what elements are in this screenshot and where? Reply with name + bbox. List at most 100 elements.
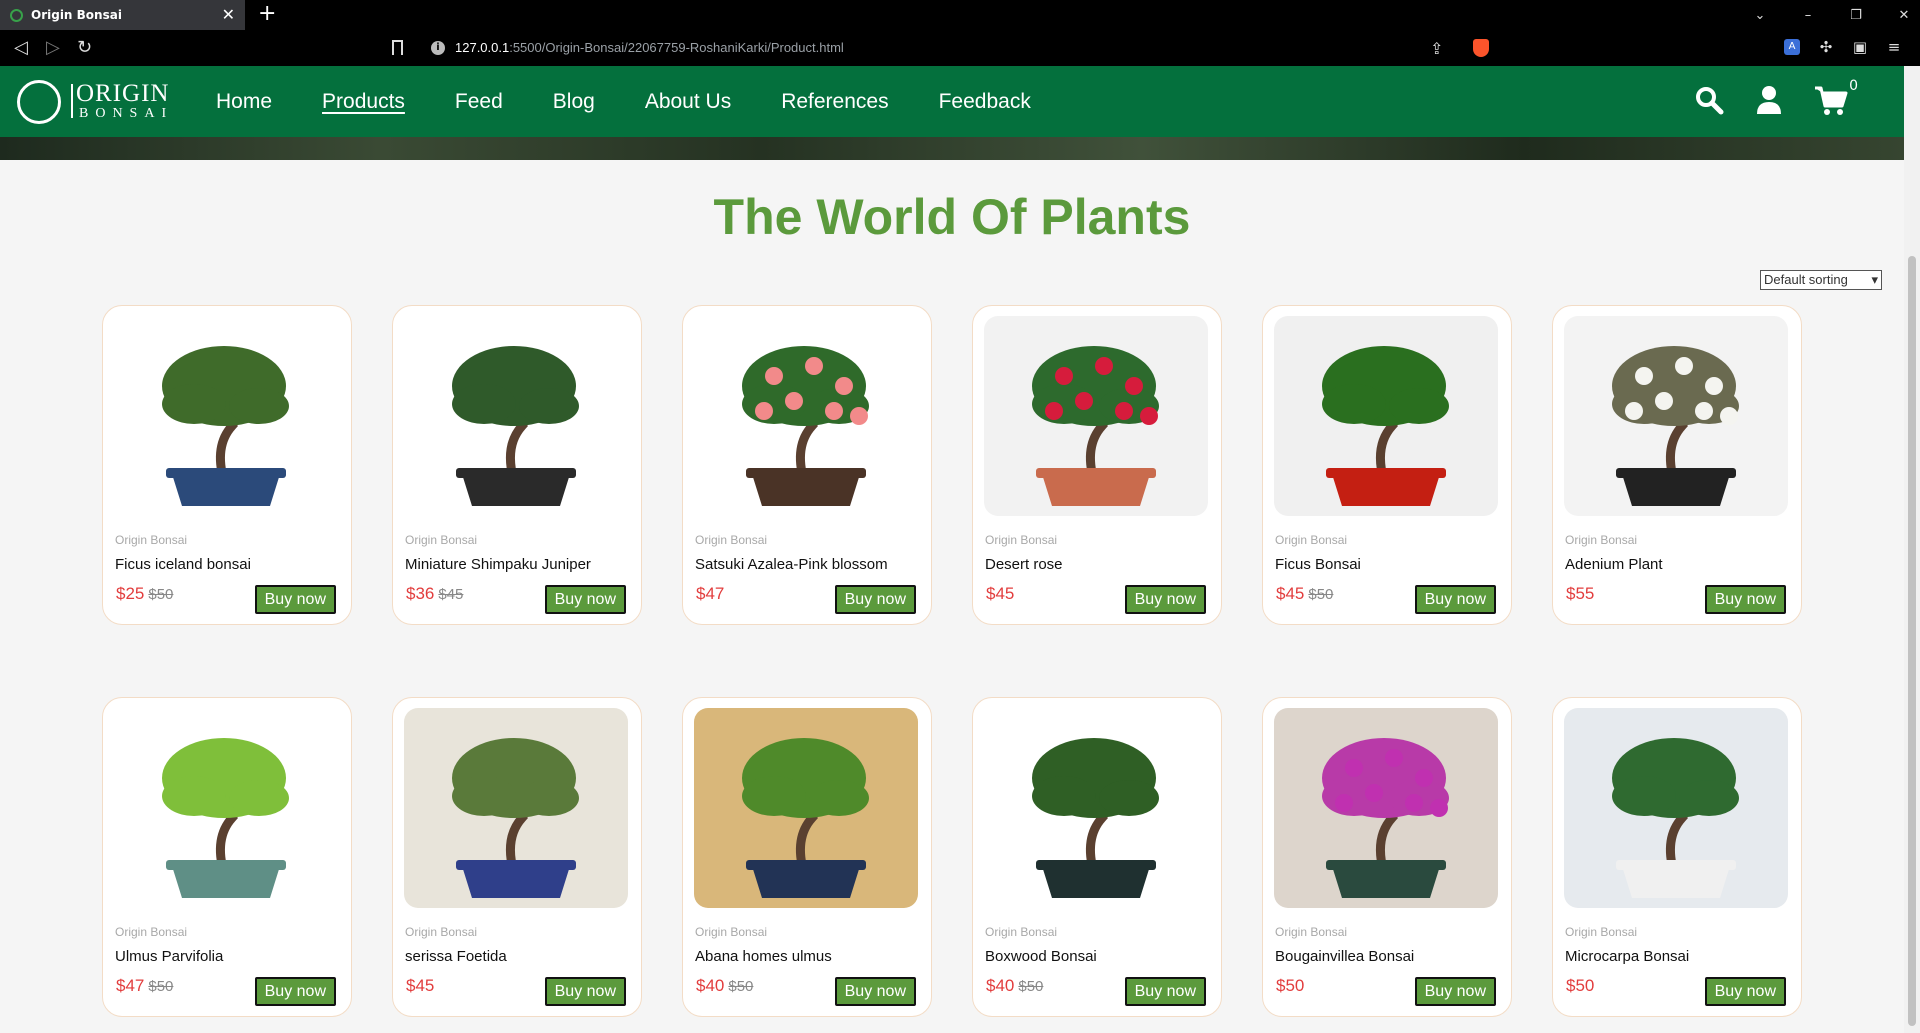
product-name[interactable]: Boxwood Bonsai	[985, 948, 1097, 965]
buy-now-button[interactable]: Buy now	[1704, 977, 1786, 1006]
puzzle-icon[interactable]: ✣	[1818, 39, 1834, 55]
buy-now-button[interactable]: Buy now	[1414, 977, 1496, 1006]
old-price: $50	[148, 586, 174, 603]
product-card[interactable]: Origin Bonsai Ficus iceland bonsai $25 $5…	[102, 305, 352, 625]
back-icon[interactable]: ◁	[14, 38, 28, 58]
buy-now-button[interactable]: Buy now	[254, 977, 336, 1006]
product-image[interactable]	[694, 316, 918, 516]
product-brand: Origin Bonsai	[115, 533, 188, 547]
close-window-icon[interactable]: ✕	[1898, 8, 1910, 23]
product-card[interactable]: Origin Bonsai Adenium Plant $55 Buy now	[1552, 305, 1802, 625]
tab-title: Origin Bonsai	[31, 8, 122, 22]
product-image[interactable]	[1564, 708, 1788, 908]
product-price: $45	[406, 976, 435, 995]
site-info-icon[interactable]: i	[431, 41, 445, 55]
user-icon[interactable]	[1754, 84, 1784, 116]
product-brand: Origin Bonsai	[405, 925, 478, 939]
nav-blog[interactable]: Blog	[553, 90, 595, 114]
share-icon[interactable]: ⇪	[1430, 39, 1443, 58]
product-price: $55	[1566, 584, 1595, 603]
product-image[interactable]	[404, 708, 628, 908]
buy-now-button[interactable]: Buy now	[544, 585, 626, 614]
product-price: $50	[1566, 976, 1595, 995]
nav-feed[interactable]: Feed	[455, 90, 503, 114]
tab-search-icon[interactable]: ⌄	[1754, 8, 1766, 23]
product-card[interactable]: Origin Bonsai serissa Foetida $45 Buy no…	[392, 697, 642, 1017]
product-card[interactable]: Origin Bonsai Microcarpa Bonsai $50 Buy …	[1552, 697, 1802, 1017]
logo-text-bottom: BONSAI	[79, 106, 174, 121]
product-price: $47	[696, 584, 725, 603]
nav-about-us[interactable]: About Us	[645, 90, 731, 114]
product-brand: Origin Bonsai	[1275, 533, 1348, 547]
nav-references[interactable]: References	[781, 90, 888, 114]
product-brand: Origin Bonsai	[1565, 533, 1638, 547]
product-image[interactable]	[984, 316, 1208, 516]
nav-home[interactable]: Home	[216, 90, 272, 114]
product-name[interactable]: Adenium Plant	[1565, 556, 1663, 573]
product-card[interactable]: Origin Bonsai Bougainvillea Bonsai $50 B…	[1262, 697, 1512, 1017]
product-image[interactable]	[1274, 316, 1498, 516]
browser-tab[interactable]: Origin Bonsai ✕	[0, 0, 245, 30]
minimize-icon[interactable]: –	[1802, 8, 1814, 23]
buy-now-button[interactable]: Buy now	[544, 977, 626, 1006]
product-card[interactable]: Origin Bonsai Abana homes ulmus $40 $50 B…	[682, 697, 932, 1017]
hero-banner-strip	[0, 137, 1904, 160]
product-card[interactable]: Origin Bonsai Ficus Bonsai $45 $50 Buy no…	[1262, 305, 1512, 625]
address-bar[interactable]: 127.0.0.1:5500/Origin-Bonsai/22067759-Ro…	[455, 40, 844, 55]
product-name[interactable]: Ficus Bonsai	[1275, 556, 1361, 573]
page-scrollbar[interactable]	[1904, 66, 1920, 1033]
forward-icon[interactable]: ▷	[46, 38, 60, 58]
cart-icon[interactable]: 0	[1814, 78, 1858, 116]
product-price: $25 $50	[116, 584, 174, 603]
product-card[interactable]: Origin Bonsai Desert rose $45 Buy now	[972, 305, 1222, 625]
product-brand: Origin Bonsai	[695, 533, 768, 547]
scrollbar-thumb[interactable]	[1908, 256, 1916, 1026]
product-card[interactable]: Origin Bonsai Satsuki Azalea-Pink blosso…	[682, 305, 932, 625]
product-name[interactable]: Bougainvillea Bonsai	[1275, 948, 1414, 965]
product-image[interactable]	[694, 708, 918, 908]
close-tab-icon[interactable]: ✕	[222, 7, 235, 23]
product-image[interactable]	[404, 316, 628, 516]
brave-shield-icon[interactable]	[1473, 39, 1489, 57]
old-price: $50	[148, 978, 174, 995]
buy-now-button[interactable]: Buy now	[1414, 585, 1496, 614]
product-name[interactable]: Abana homes ulmus	[695, 948, 832, 965]
buy-now-button[interactable]: Buy now	[834, 585, 916, 614]
product-card[interactable]: Origin Bonsai Ulmus Parvifolia $47 $50 Bu…	[102, 697, 352, 1017]
product-image[interactable]	[1274, 708, 1498, 908]
product-name[interactable]: Microcarpa Bonsai	[1565, 948, 1689, 965]
favicon-icon	[10, 8, 23, 22]
nav-feedback[interactable]: Feedback	[939, 90, 1031, 114]
product-name[interactable]: Desert rose	[985, 556, 1063, 573]
product-name[interactable]: Satsuki Azalea-Pink blossom	[695, 556, 888, 573]
new-tab-button[interactable]: +	[258, 3, 276, 25]
product-name[interactable]: Ulmus Parvifolia	[115, 948, 223, 965]
product-name[interactable]: Ficus iceland bonsai	[115, 556, 251, 573]
product-image[interactable]	[1564, 316, 1788, 516]
product-image[interactable]	[114, 708, 338, 908]
bookmark-icon[interactable]	[392, 40, 403, 55]
buy-now-button[interactable]: Buy now	[1704, 585, 1786, 614]
header-icons: 0	[1694, 78, 1858, 116]
product-name[interactable]: Miniature Shimpaku Juniper	[405, 556, 591, 573]
menu-icon[interactable]: ≡	[1886, 39, 1902, 55]
search-icon[interactable]	[1694, 84, 1724, 116]
buy-now-button[interactable]: Buy now	[1124, 977, 1206, 1006]
buy-now-button[interactable]: Buy now	[254, 585, 336, 614]
reload-icon[interactable]: ↻	[77, 38, 92, 58]
nav-products[interactable]: Products	[322, 90, 405, 114]
product-image[interactable]	[984, 708, 1208, 908]
sidebar-icon[interactable]: ▣	[1852, 39, 1868, 55]
product-card[interactable]: Origin Bonsai Boxwood Bonsai $40 $50 Buy …	[972, 697, 1222, 1017]
product-brand: Origin Bonsai	[1275, 925, 1348, 939]
restore-icon[interactable]: ❐	[1850, 8, 1862, 23]
product-image[interactable]	[114, 316, 338, 516]
extension-icon[interactable]: A	[1784, 39, 1800, 55]
site-logo[interactable]: ORIGIN BONSAI	[17, 78, 169, 126]
sort-dropdown[interactable]: Default sorting	[1760, 270, 1882, 290]
old-price: $50	[1018, 978, 1044, 995]
buy-now-button[interactable]: Buy now	[834, 977, 916, 1006]
buy-now-button[interactable]: Buy now	[1124, 585, 1206, 614]
product-name[interactable]: serissa Foetida	[405, 948, 507, 965]
product-card[interactable]: Origin Bonsai Miniature Shimpaku Juniper…	[392, 305, 642, 625]
